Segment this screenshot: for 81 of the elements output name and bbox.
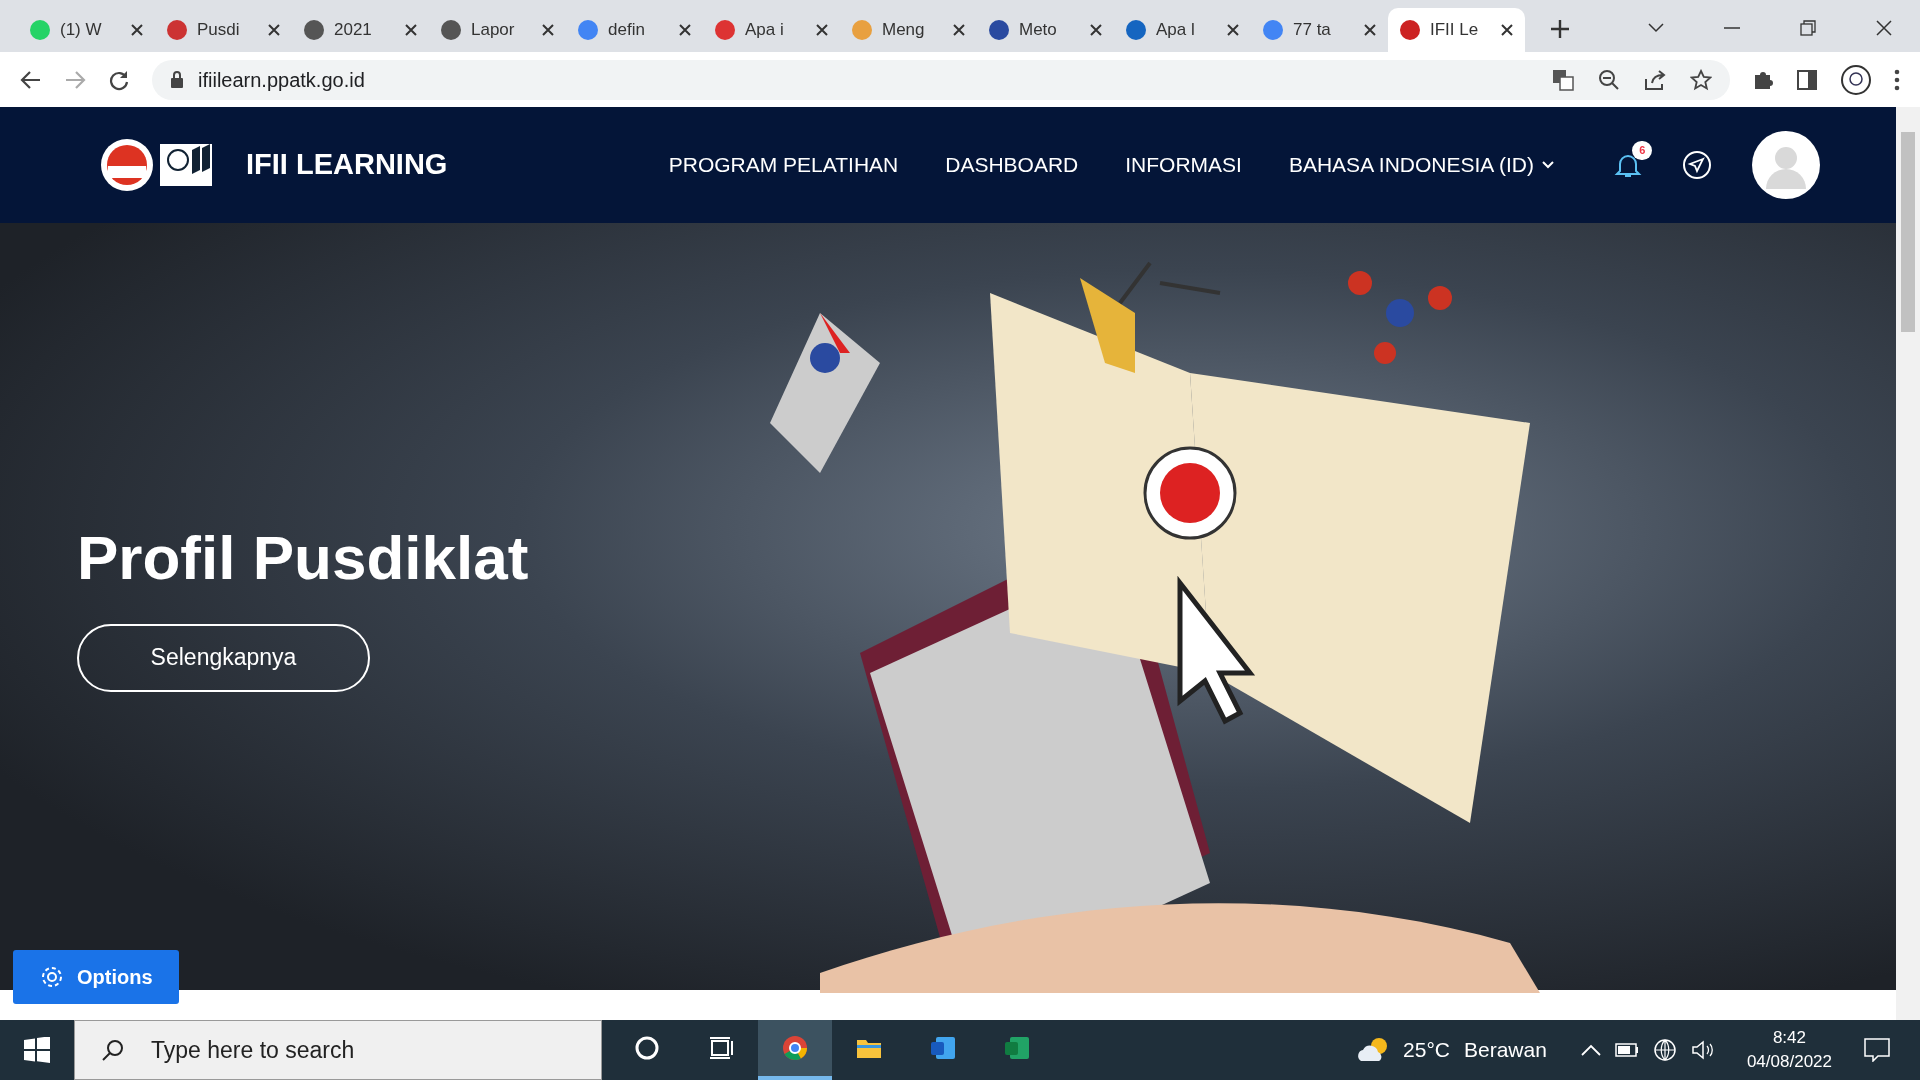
new-tab-icon[interactable] xyxy=(1551,20,1569,38)
browser-tab[interactable]: 2021 xyxy=(292,8,429,52)
close-icon[interactable] xyxy=(679,24,691,36)
browser-tab[interactable]: (1) W xyxy=(18,8,155,52)
profile-icon[interactable] xyxy=(1840,63,1872,96)
globe-icon[interactable] xyxy=(1652,1038,1677,1062)
back-icon[interactable] xyxy=(20,68,42,91)
share-icon[interactable] xyxy=(1644,68,1666,91)
browser-tab[interactable]: Lapor xyxy=(429,8,566,52)
clock-date[interactable]: 04/08/2022 xyxy=(1746,1050,1832,1074)
search-placeholder: Type here to search xyxy=(151,1035,355,1065)
task-view-icon xyxy=(708,1035,734,1061)
battery-icon[interactable] xyxy=(1614,1043,1639,1057)
site-favicon-icon xyxy=(1400,20,1420,40)
site-favicon-icon xyxy=(715,20,735,40)
close-icon[interactable] xyxy=(816,24,828,36)
cloud-icon xyxy=(1355,1037,1390,1063)
star-icon[interactable] xyxy=(1690,68,1712,91)
browser-tab[interactable]: Apa l xyxy=(1114,8,1251,52)
site-favicon-icon xyxy=(1263,20,1283,40)
close-icon[interactable] xyxy=(1501,24,1513,36)
close-icon[interactable] xyxy=(1876,20,1892,36)
close-icon[interactable] xyxy=(1227,24,1239,36)
word-icon xyxy=(930,1035,956,1061)
chrome-icon xyxy=(782,1035,808,1061)
tab-search-icon[interactable] xyxy=(1648,23,1664,33)
speaker-icon[interactable] xyxy=(1690,1039,1715,1061)
site-favicon-icon xyxy=(304,20,324,40)
browser-tab[interactable]: 77 ta xyxy=(1251,8,1388,52)
zoom-out-icon[interactable] xyxy=(1598,68,1620,91)
close-icon[interactable] xyxy=(1364,24,1376,36)
browser-tab[interactable]: Apa i xyxy=(703,8,840,52)
url-text[interactable]: ifiilearn.ppatk.go.id xyxy=(198,64,365,95)
start-icon[interactable] xyxy=(24,1037,50,1063)
restore-icon[interactable] xyxy=(1800,20,1816,36)
site-favicon-icon xyxy=(441,20,461,40)
close-icon[interactable] xyxy=(542,24,554,36)
spreadsheet-icon xyxy=(1004,1035,1030,1061)
notification-count: 6 xyxy=(1632,141,1653,160)
options-button[interactable]: Options xyxy=(13,950,179,1004)
temperature: 25°C xyxy=(1403,1037,1450,1064)
browser-tab[interactable]: defin xyxy=(566,8,703,52)
notifications-icon[interactable] xyxy=(1864,1038,1890,1062)
site-favicon-icon xyxy=(167,20,187,40)
browser-tab[interactable]: Meng xyxy=(840,8,977,52)
browser-tab[interactable]: Pusdi xyxy=(155,8,292,52)
close-icon[interactable] xyxy=(131,24,143,36)
close-icon[interactable] xyxy=(268,24,280,36)
scrollbar[interactable] xyxy=(1896,107,1920,1020)
brand-name[interactable]: IFII LEARNING xyxy=(246,143,448,187)
more-button[interactable]: Selengkapnya xyxy=(77,623,370,692)
side-panel-icon[interactable] xyxy=(1796,68,1818,91)
taskbar-search-field[interactable]: Type here to search xyxy=(74,1020,602,1080)
weather-status: Berawan xyxy=(1464,1037,1547,1064)
browser-tab[interactable]: Meto xyxy=(977,8,1114,52)
site-favicon-icon xyxy=(30,20,50,40)
circle-icon xyxy=(634,1035,660,1061)
chevron-down-icon xyxy=(1542,161,1554,169)
site-favicon-icon xyxy=(578,20,598,40)
send-icon[interactable] xyxy=(1682,150,1712,180)
close-icon[interactable] xyxy=(1090,24,1102,36)
language-dropdown[interactable]: BAHASA INDONESIA (ID) xyxy=(1288,149,1554,181)
translate-icon[interactable] xyxy=(1552,68,1574,91)
avatar-icon[interactable] xyxy=(1752,131,1820,199)
hero-title: Profil Pusdiklat xyxy=(77,522,530,595)
settings-icon xyxy=(39,964,65,990)
nav-link[interactable]: DASHBOARD xyxy=(945,149,1079,181)
close-icon[interactable] xyxy=(405,24,417,36)
lock-icon xyxy=(170,71,184,88)
site-favicon-icon xyxy=(1126,20,1146,40)
nav-link[interactable]: PROGRAM PELATIHAN xyxy=(668,149,899,181)
close-icon[interactable] xyxy=(953,24,965,36)
address-bar[interactable]: ifiilearn.ppatk.go.id xyxy=(152,59,1730,100)
browser-tab[interactable]: IFII Le xyxy=(1388,8,1525,52)
nav-link[interactable]: INFORMASI xyxy=(1125,149,1242,181)
menu-icon[interactable] xyxy=(1894,68,1900,91)
chevron-up-icon[interactable] xyxy=(1580,1044,1601,1056)
site-favicon-icon xyxy=(852,20,872,40)
search-icon xyxy=(101,1038,125,1062)
clock-time[interactable]: 8:42 xyxy=(1772,1026,1806,1050)
site-favicon-icon xyxy=(989,20,1009,40)
